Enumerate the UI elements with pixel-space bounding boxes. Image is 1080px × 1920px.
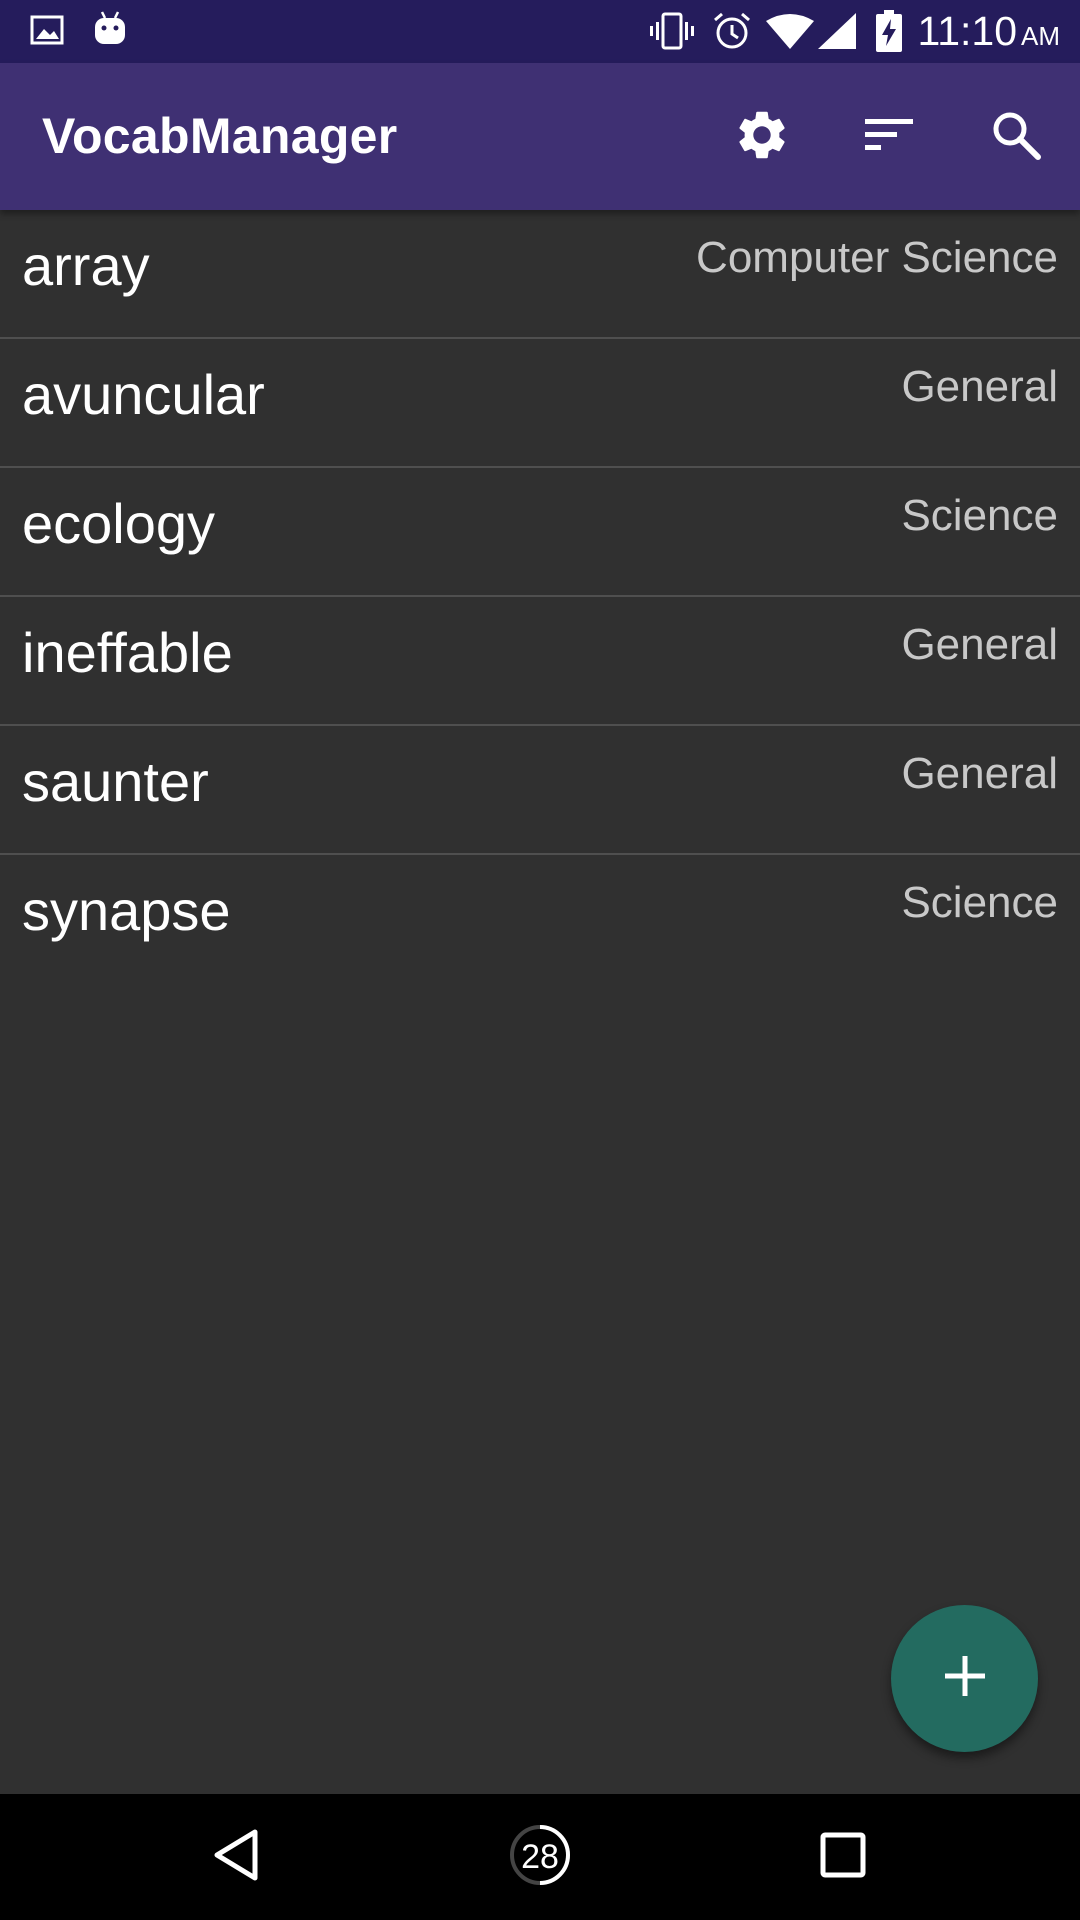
word-category: General <box>901 362 1058 411</box>
word-text: avuncular <box>22 363 265 426</box>
vibrate-icon <box>648 10 696 57</box>
word-category: General <box>901 620 1058 669</box>
search-button[interactable] <box>978 99 1054 175</box>
plus-icon <box>944 1656 985 1701</box>
word-text: array <box>22 234 150 297</box>
list-item[interactable]: synapse Science <box>0 855 1080 982</box>
status-time: 11:10 AM <box>917 6 1060 57</box>
gear-icon <box>733 106 791 169</box>
search-icon <box>990 109 1042 166</box>
list-item[interactable]: ineffable General <box>0 597 1080 726</box>
app-title: VocabManager <box>42 108 398 164</box>
app-bar: VocabManager <box>0 63 1080 210</box>
back-icon <box>211 1828 261 1887</box>
settings-button[interactable] <box>724 99 800 175</box>
android-icon <box>92 10 128 53</box>
word-category: Science <box>901 491 1058 540</box>
image-icon <box>30 12 66 53</box>
word-category: General <box>901 749 1058 798</box>
signal-icon <box>818 13 856 54</box>
word-text: synapse <box>22 879 231 942</box>
word-text: ineffable <box>22 621 233 684</box>
word-category: Computer Science <box>696 233 1058 282</box>
sort-button[interactable] <box>851 99 927 175</box>
word-list: array Computer Science avuncular General… <box>0 210 1080 982</box>
sort-icon <box>863 115 915 160</box>
list-item[interactable]: avuncular General <box>0 339 1080 468</box>
status-time-ampm: AM <box>1021 21 1060 51</box>
word-category: Science <box>901 878 1058 927</box>
list-item[interactable]: saunter General <box>0 726 1080 855</box>
home-button[interactable]: 28 <box>500 1817 580 1897</box>
word-text: ecology <box>22 492 216 555</box>
alarm-icon <box>711 10 753 57</box>
battery-charging-icon <box>876 10 902 57</box>
recents-button[interactable] <box>803 1817 883 1897</box>
wifi-icon <box>766 13 814 54</box>
back-button[interactable] <box>196 1817 276 1897</box>
status-bar: 11:10 AM <box>0 0 1080 63</box>
nav-bar: 28 <box>0 1794 1080 1920</box>
status-time-text: 11:10 <box>917 8 1017 54</box>
list-item[interactable]: array Computer Science <box>0 210 1080 339</box>
home-badge: 28 <box>521 1837 559 1876</box>
word-text: saunter <box>22 750 209 813</box>
recents-icon <box>820 1832 866 1883</box>
add-word-button[interactable] <box>891 1605 1038 1752</box>
list-item[interactable]: ecology Science <box>0 468 1080 597</box>
